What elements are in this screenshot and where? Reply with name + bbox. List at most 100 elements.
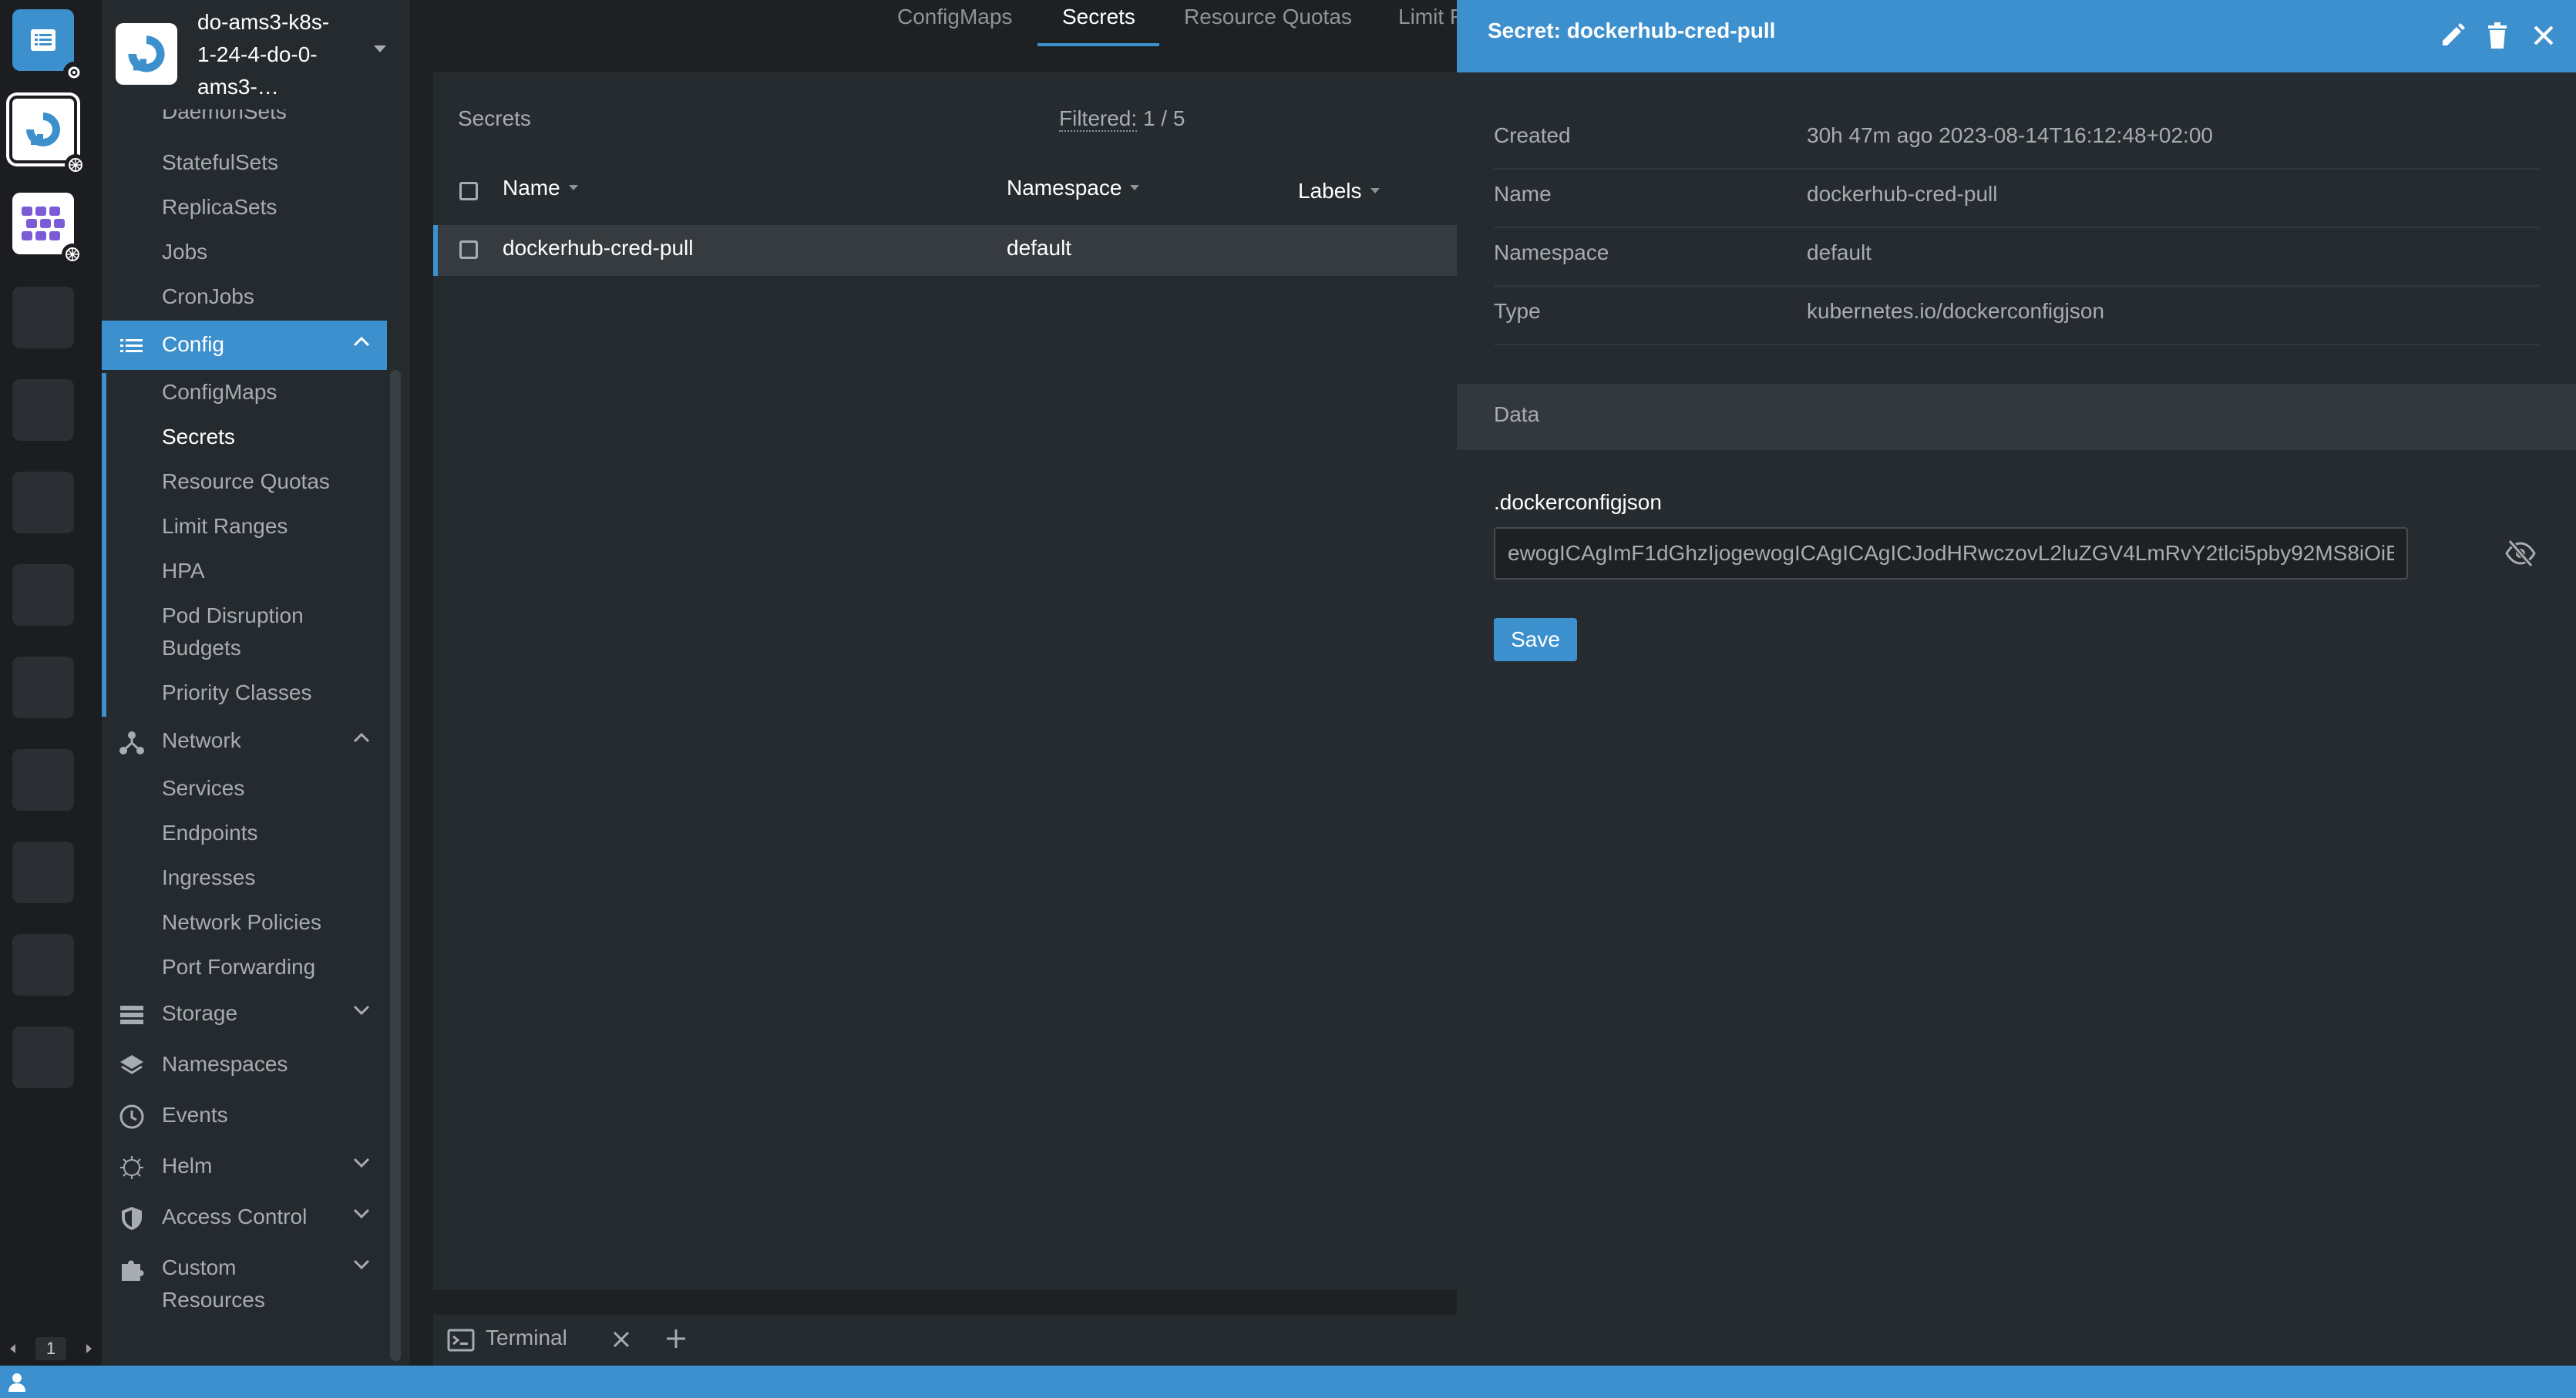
sidebar-item-services[interactable]: Services (162, 772, 244, 805)
shield-icon (119, 1205, 145, 1232)
cluster-header[interactable]: do-ams3-k8s- 1-24-4-do-0- ams3-… (102, 0, 410, 109)
sidebar-group-label: Custom Resources (162, 1255, 265, 1312)
hotbar-slot[interactable] (12, 934, 74, 996)
sidebar-item-replicasets[interactable]: ReplicaSets (162, 191, 277, 223)
active-cluster-button[interactable] (9, 96, 86, 176)
sidebar-item-port-forwarding[interactable]: Port Forwarding (162, 951, 315, 983)
secret-value-field[interactable] (1494, 527, 2408, 580)
meta-key: Type (1494, 299, 1541, 323)
table-row[interactable]: dockerhub-cred-pull default (433, 225, 1458, 276)
cluster-name: do-ams3-k8s- 1-24-4-do-0- ams3-… (197, 10, 330, 99)
sidebar-group-label: Config (162, 332, 224, 356)
select-all-checkbox[interactable] (459, 182, 478, 200)
column-header-labels[interactable]: Labels (1298, 179, 1380, 203)
kubernetes-icon (65, 154, 86, 176)
data-key-label: .dockerconfigjson (1494, 490, 1662, 514)
sidebar-group-storage[interactable]: Storage (102, 990, 387, 1039)
sidebar-item-endpoints[interactable]: Endpoints (162, 817, 258, 849)
sidebar-item-resource-quotas[interactable]: Resource Quotas (162, 465, 330, 498)
list-icon (119, 333, 145, 359)
column-header-namespace[interactable]: Namespace (1007, 176, 1140, 200)
user-icon[interactable] (8, 1372, 26, 1392)
save-button[interactable]: Save (1494, 618, 1577, 661)
sidebar-item-network-policies[interactable]: Network Policies (162, 906, 321, 939)
close-icon[interactable] (612, 1330, 631, 1349)
edit-icon[interactable] (2437, 20, 2468, 51)
meta-row-name: Name dockerhub-cred-pull (1494, 168, 2539, 228)
tab-limit-ranges[interactable]: Limit R (1398, 5, 1465, 29)
sidebar: DaemonSets StatefulSets ReplicaSets Jobs… (102, 0, 410, 1366)
close-icon[interactable] (2528, 20, 2559, 51)
hotbar-slot[interactable] (12, 657, 74, 718)
caret-down-icon[interactable] (373, 45, 387, 54)
caret-left-icon[interactable] (8, 1343, 17, 1355)
tab-secrets[interactable]: Secrets (1062, 5, 1135, 29)
plus-icon[interactable] (664, 1327, 688, 1350)
details-drawer: Secret: dockerhub-cred-pull Created 30h … (1457, 0, 2576, 1366)
sidebar-item-cronjobs[interactable]: CronJobs (162, 281, 254, 313)
status-bar (0, 1366, 2576, 1398)
cluster-grid-icon (20, 203, 66, 244)
sidebar-item-pod-disruption-budgets[interactable]: Pod Disruption Budgets (162, 600, 304, 664)
hotbar-slot[interactable] (12, 842, 74, 903)
sidebar-group-label: Storage (162, 1001, 238, 1025)
sidebar-item-jobs[interactable]: Jobs (162, 236, 207, 268)
config-group-indicator (102, 373, 106, 717)
sidebar-group-label: Events (162, 1103, 228, 1127)
caret-right-icon[interactable] (85, 1343, 94, 1355)
tab-bar: ConfigMaps Secrets Resource Quotas Limit… (410, 0, 1465, 48)
digitalocean-logo-icon (116, 23, 177, 85)
sidebar-item-namespaces[interactable]: Namespaces (102, 1040, 387, 1090)
sidebar-group-label: Access Control (162, 1205, 308, 1228)
active-tab-indicator (1037, 43, 1159, 46)
eye-off-icon[interactable] (2505, 539, 2536, 567)
sidebar-item-events[interactable]: Events (102, 1091, 387, 1141)
chevron-down-icon (353, 1158, 370, 1168)
hotbar-slot[interactable] (12, 379, 74, 441)
row-checkbox[interactable] (459, 240, 478, 259)
sidebar-item-hpa[interactable]: HPA (162, 555, 205, 587)
chevron-down-icon (353, 1259, 370, 1270)
dock-tab-terminal[interactable]: Terminal (486, 1326, 567, 1350)
sidebar-group-network[interactable]: Network (102, 717, 387, 766)
sidebar-item-secrets[interactable]: Secrets (162, 421, 235, 453)
clock-icon (119, 1104, 145, 1130)
tab-configmaps[interactable]: ConfigMaps (897, 5, 1012, 29)
column-header-name[interactable]: Name (503, 176, 579, 200)
table-header: Name Namespace Labels (433, 165, 1458, 219)
catalog-icon (31, 29, 55, 51)
storage-icon (119, 1002, 145, 1028)
cluster-button[interactable] (12, 193, 83, 265)
catalog-button[interactable] (12, 9, 85, 83)
sidebar-group-access-control[interactable]: Access Control (102, 1193, 387, 1242)
hotbar-slot[interactable] (12, 287, 74, 348)
chevron-down-icon (353, 1005, 370, 1016)
hotbar-slot[interactable] (12, 472, 74, 533)
sidebar-item-ingresses[interactable]: Ingresses (162, 862, 255, 894)
hotbar-slot[interactable] (12, 1027, 74, 1088)
sidebar-item-priority-classes[interactable]: Priority Classes (162, 677, 311, 709)
sidebar-group-label: Namespaces (162, 1052, 288, 1076)
sidebar-group-label: Network (162, 728, 241, 752)
hotbar: 1 (0, 0, 102, 1366)
chevron-up-icon (353, 732, 370, 743)
meta-row-type: Type kubernetes.io/dockerconfigjson (1494, 285, 2539, 345)
sidebar-group-config[interactable]: Config (102, 321, 387, 370)
sidebar-scrollbar[interactable] (390, 370, 401, 1361)
sort-caret-icon (568, 184, 579, 192)
sidebar-item-label: Pod Disruption (162, 603, 304, 627)
meta-value: default (1807, 240, 1872, 264)
hotbar-slot[interactable] (12, 749, 74, 811)
sidebar-item-statefulsets[interactable]: StatefulSets (162, 146, 278, 179)
cell-namespace: default (1007, 236, 1072, 260)
panel-title: Secrets (458, 106, 531, 130)
selected-row-indicator (433, 225, 438, 276)
sidebar-item-limit-ranges[interactable]: Limit Ranges (162, 510, 288, 543)
trash-icon[interactable] (2482, 20, 2513, 51)
sidebar-group-helm[interactable]: Helm (102, 1142, 387, 1191)
sidebar-item-configmaps[interactable]: ConfigMaps (162, 376, 277, 408)
hotbar-slot[interactable] (12, 564, 74, 626)
meta-value: dockerhub-cred-pull (1807, 182, 1998, 206)
sidebar-group-custom-resources[interactable]: Custom Resources (102, 1244, 387, 1321)
tab-resource-quotas[interactable]: Resource Quotas (1184, 5, 1352, 29)
